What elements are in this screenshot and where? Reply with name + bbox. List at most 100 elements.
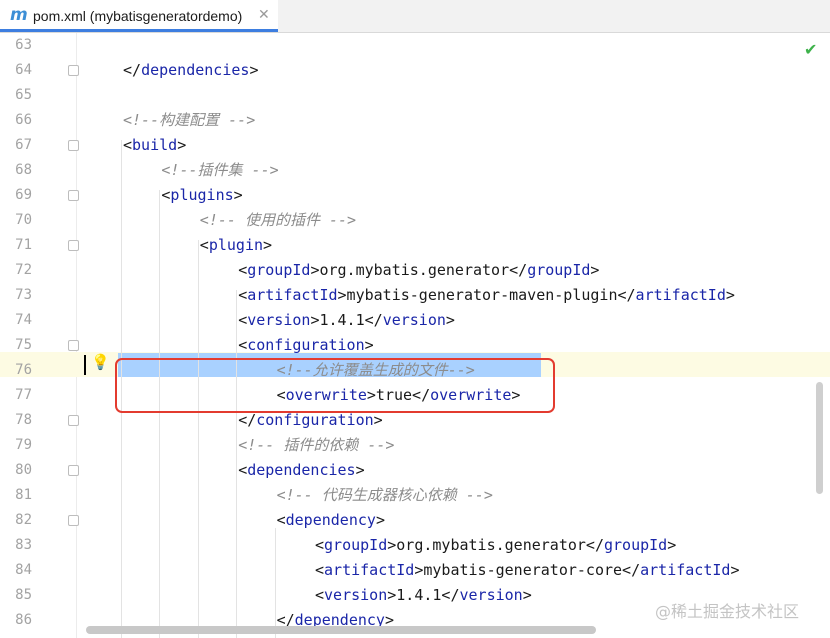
xml-text: >1.4.1</ <box>387 586 460 604</box>
xml-text: >mybatis-generator-maven-plugin</ <box>337 286 636 304</box>
xml-tag-name: configuration <box>256 411 374 429</box>
xml-tag-name: dependency <box>285 511 376 529</box>
xml-text: >org.mybatis.generator</ <box>387 536 604 554</box>
code-line[interactable]: 79 <!-- 插件的依赖 --> <box>0 433 830 458</box>
fold-marker-icon[interactable] <box>68 415 79 426</box>
fold-marker-icon[interactable] <box>68 140 79 151</box>
xml-text: > <box>445 311 455 329</box>
code-text: <build> <box>123 133 186 158</box>
line-number: 75 <box>15 337 32 353</box>
line-number: 85 <box>15 587 32 603</box>
code-line[interactable]: 75 <configuration> <box>0 333 830 358</box>
line-number: 81 <box>15 487 32 503</box>
line-number: 86 <box>15 612 32 628</box>
code-text: <dependency> <box>277 508 385 533</box>
xml-text: > <box>522 586 532 604</box>
xml-text: >mybatis-generator-core</ <box>414 561 641 579</box>
xml-text: </ <box>238 411 257 429</box>
line-number: 64 <box>15 62 32 78</box>
code-line[interactable]: 83 <groupId>org.mybatis.generator</groupI… <box>0 533 830 558</box>
xml-tag-name: artifactId <box>640 561 731 579</box>
xml-text: < <box>315 536 325 554</box>
editor-tab-bar: m pom.xml (mybatisgeneratordemo) ✕ <box>0 0 830 33</box>
code-line[interactable]: 71 <plugin> <box>0 233 830 258</box>
code-line[interactable]: 63 <box>0 33 830 58</box>
xml-comment: <!-- 插件的依赖 --> <box>238 436 395 454</box>
xml-text: < <box>276 511 286 529</box>
xml-tag-name: version <box>247 311 311 329</box>
xml-tag-name: configuration <box>247 336 365 354</box>
fold-marker-icon[interactable] <box>68 65 79 76</box>
code-text: <!--构建配置 --> <box>123 108 255 133</box>
xml-tag-name: build <box>132 136 178 154</box>
tab-title: pom.xml (mybatisgeneratordemo) <box>33 8 243 24</box>
inspection-ok-icon[interactable]: ✔ <box>804 40 817 59</box>
code-text: <version>1.4.1</version> <box>315 583 532 608</box>
fold-marker-icon[interactable] <box>68 190 79 201</box>
xml-tag-name: version <box>382 311 446 329</box>
xml-text: > <box>590 261 600 279</box>
xml-text: > <box>373 411 383 429</box>
line-number: 72 <box>15 262 32 278</box>
xml-tag-name: artifactId <box>635 286 726 304</box>
line-number: 73 <box>15 287 32 303</box>
xml-text: < <box>315 561 325 579</box>
tab-pom-xml[interactable]: m pom.xml (mybatisgeneratordemo) ✕ <box>0 0 278 32</box>
fold-marker-icon[interactable] <box>68 465 79 476</box>
code-line[interactable]: 65 <box>0 83 830 108</box>
text-caret <box>84 355 86 375</box>
code-line[interactable]: 84 <artifactId>mybatis-generator-core</ar… <box>0 558 830 583</box>
xml-text: < <box>238 286 248 304</box>
line-number: 74 <box>15 312 32 328</box>
xml-comment: <!-- 代码生成器核心依赖 --> <box>276 486 493 504</box>
xml-text: < <box>238 311 248 329</box>
line-number: 82 <box>15 512 32 528</box>
code-line[interactable]: 82 <dependency> <box>0 508 830 533</box>
vertical-scrollbar[interactable] <box>816 382 823 494</box>
code-line[interactable]: 73 < artifactId>mybatis-generator-maven-pl… <box>0 283 830 308</box>
code-text: <!-- 代码生成器核心依赖 --> <box>277 483 493 508</box>
line-number: 84 <box>15 562 32 578</box>
code-text: <version>1.4.1</version> <box>238 308 455 333</box>
code-line[interactable]: 64 </dependencies> <box>0 58 830 83</box>
xml-tag-name: plugins <box>170 186 234 204</box>
xml-tag-name: artifactId <box>324 561 415 579</box>
xml-text: > <box>263 236 273 254</box>
line-number: 67 <box>15 137 32 153</box>
line-number: 70 <box>15 212 32 228</box>
line-number: 76 <box>15 362 32 378</box>
code-line[interactable]: 70 <!-- 使用的插件 --> <box>0 208 830 233</box>
xml-text: < <box>238 261 248 279</box>
xml-text: < <box>238 461 248 479</box>
code-line[interactable]: 68 <!--插件集 --> <box>0 158 830 183</box>
line-number: 78 <box>15 412 32 428</box>
xml-text: > <box>364 336 374 354</box>
xml-tag-name: groupId <box>324 536 388 554</box>
code-line[interactable]: 81 <!-- 代码生成器核心依赖 --> <box>0 483 830 508</box>
fold-marker-icon[interactable] <box>68 240 79 251</box>
xml-tag-name: version <box>459 586 523 604</box>
fold-marker-icon[interactable] <box>68 340 79 351</box>
xml-text: > <box>375 511 385 529</box>
code-line[interactable]: 74 <version>1.4.1</version> <box>0 308 830 333</box>
xml-text: > <box>667 536 677 554</box>
xml-text: > <box>355 461 365 479</box>
horizontal-scrollbar[interactable] <box>86 626 596 634</box>
code-text: < artifactId>mybatis-generator-maven-plug… <box>238 283 735 308</box>
xml-text: > <box>233 186 243 204</box>
code-line[interactable]: 66 <!--构建配置 --> <box>0 108 830 133</box>
xml-text: </ <box>123 61 142 79</box>
xml-tag-name: dependencies <box>141 61 250 79</box>
lightbulb-icon[interactable]: 💡 <box>91 353 110 371</box>
code-line[interactable]: 69 <plugins> <box>0 183 830 208</box>
line-number: 66 <box>15 112 32 128</box>
xml-text: >org.mybatis.generator</ <box>310 261 528 279</box>
close-icon[interactable]: ✕ <box>258 7 270 23</box>
code-line[interactable]: 80 <dependencies> <box>0 458 830 483</box>
code-line[interactable]: 67 <build> <box>0 133 830 158</box>
watermark: @稀土掘金技术社区 <box>655 602 800 621</box>
code-line[interactable]: 72 <groupId>org.mybatis.generator</groupI… <box>0 258 830 283</box>
fold-marker-icon[interactable] <box>68 515 79 526</box>
xml-text: < <box>199 236 209 254</box>
code-text: <dependencies> <box>238 458 364 483</box>
